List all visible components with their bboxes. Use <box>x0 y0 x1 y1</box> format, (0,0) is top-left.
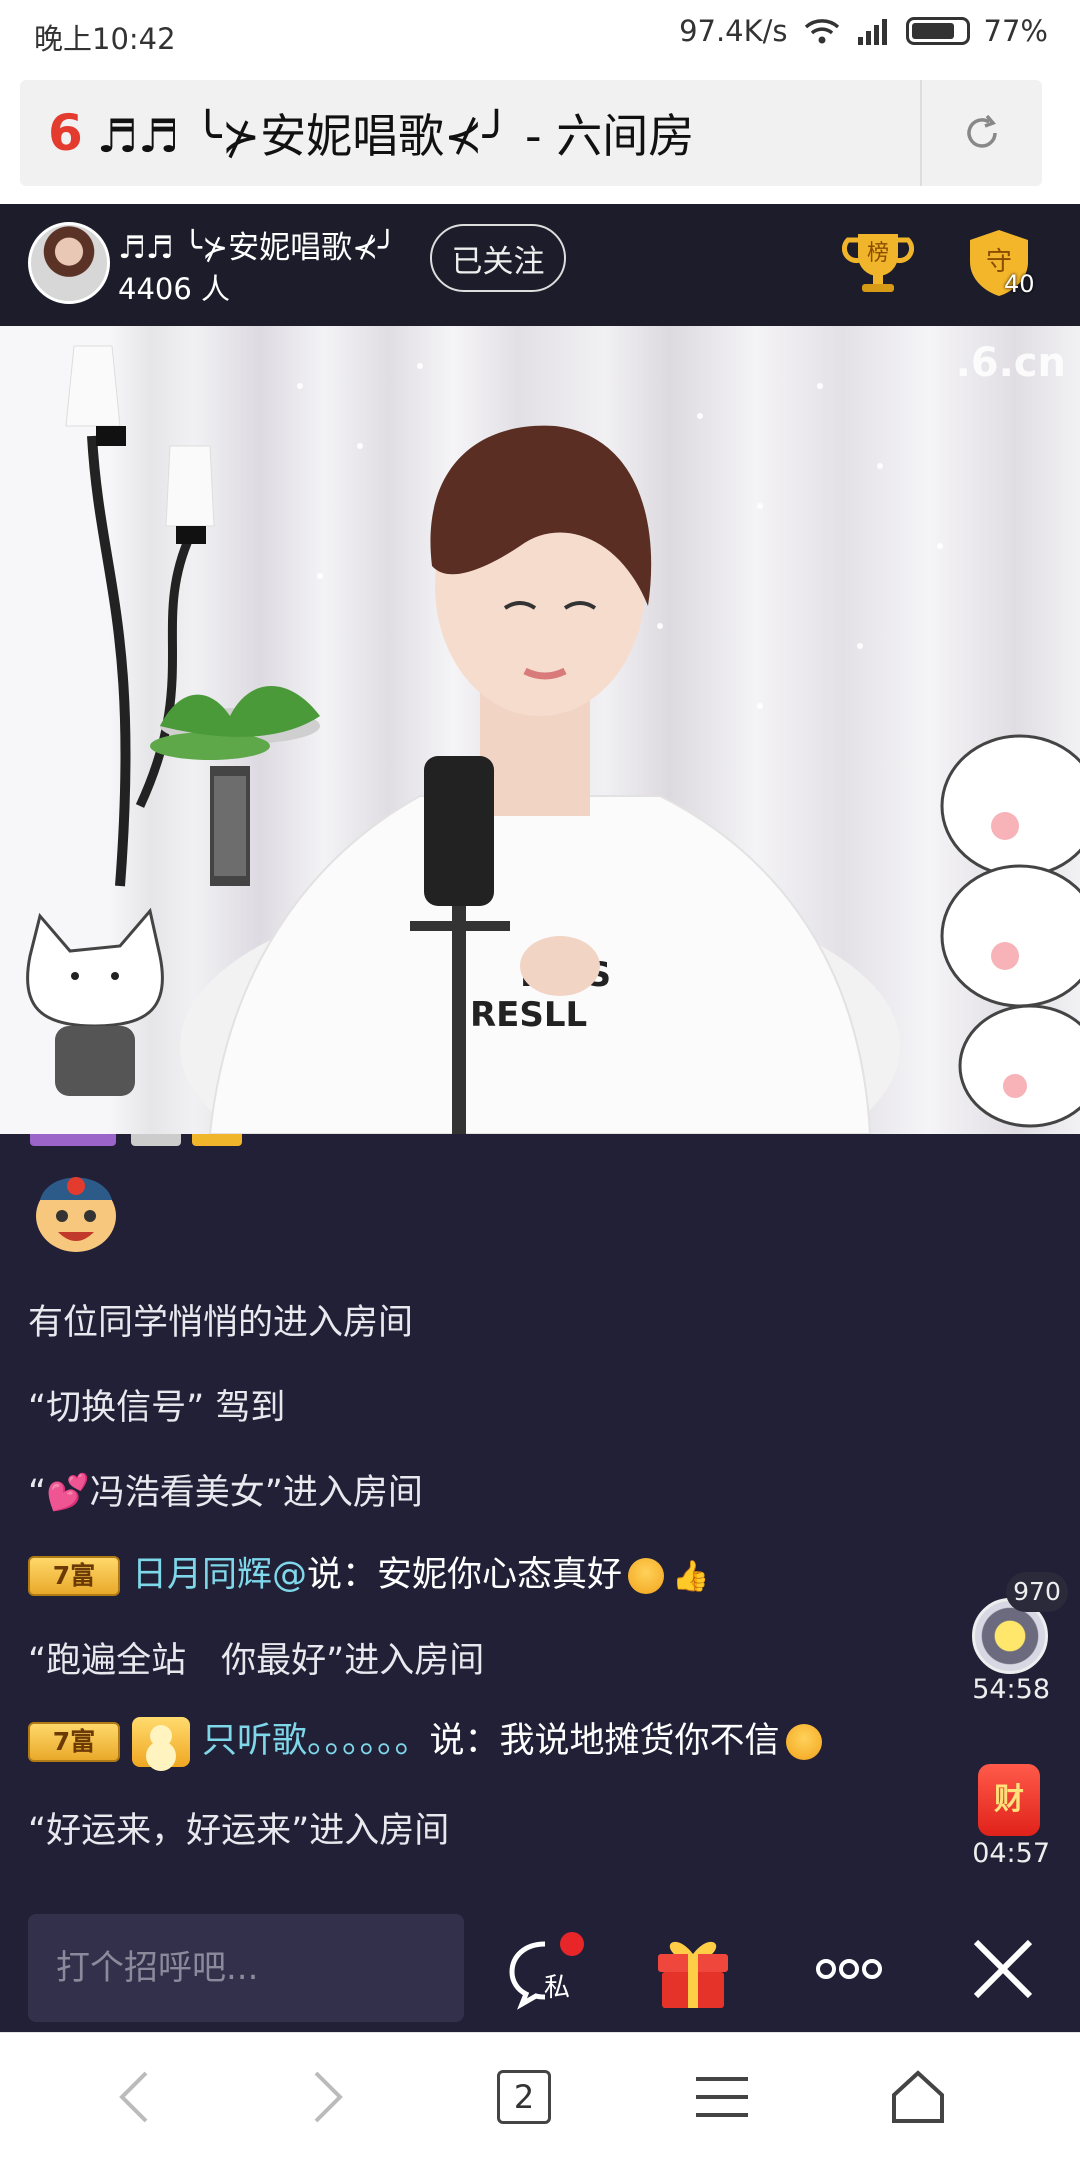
chat-message: “跑遍全站 你最好”进入房间 <box>28 1632 484 1683</box>
star-timer: 54:58 <box>972 1674 1050 1705</box>
mascot-sticker-icon <box>36 1177 116 1252</box>
address-bar-container: 6 ♬♬ ╰⊁安妮唱歌⊀╯ - 六间房 <box>0 68 1080 204</box>
six-room-logo-icon: 6 <box>48 104 83 162</box>
rank-badge-label: 榜 <box>867 241 889 266</box>
wealth-level-badge: 7富 <box>28 1556 120 1596</box>
video-watermark: .6.cn <box>955 340 1066 386</box>
chat-area[interactable]: 有位同学悄悄的进入房间 “切换信号” 驾到 “💕冯浩看美女”进入房间 7富 日月同… <box>0 1134 1080 1914</box>
battery-percent: 77% <box>983 14 1048 48</box>
private-chat-label: 私 <box>544 1973 570 2003</box>
home-icon <box>892 2070 944 2123</box>
guard-count: 40 <box>1004 270 1035 298</box>
battery-icon <box>905 17 970 45</box>
live-room-page: 晚上10:42 97.4K/s 77% 6 ♬♬ ╰⊁安妮唱歌⊀╯ - 六间房 <box>0 0 1080 2160</box>
viewer-count: 4406 人 <box>118 272 231 306</box>
signal-icon <box>857 19 887 45</box>
forward-button[interactable] <box>286 2055 370 2139</box>
chat-message: “💕冯浩看美女”进入房间 <box>28 1464 423 1515</box>
menu-button[interactable] <box>680 2055 764 2139</box>
menu-icon <box>696 2077 748 2117</box>
address-bar[interactable]: 6 ♬♬ ╰⊁安妮唱歌⊀╯ - 六间房 <box>20 80 1042 186</box>
wealth-level-badge: 7富 <box>28 1722 120 1762</box>
private-message-button[interactable]: 私 <box>500 1924 590 2014</box>
room-header: ♬♬ ╰⊁安妮唱歌⊀╯ 4406 人 已关注 榜 守 40 <box>0 204 1080 326</box>
back-chevron-icon <box>119 2071 148 2123</box>
tabs-button[interactable]: 2 <box>482 2055 566 2139</box>
page-title: ♬♬ ╰⊁安妮唱歌⊀╯ - 六间房 <box>96 109 695 163</box>
emoji-icon <box>628 1558 665 1594</box>
chat-message: 7富 日月同辉@说：安妮你心态真好 👍 <box>28 1546 709 1597</box>
red-packet-timer: 04:57 <box>972 1838 1050 1869</box>
red-packet-button[interactable]: 财 <box>978 1764 1040 1836</box>
rank-trophy-icon[interactable]: 榜 <box>842 226 914 298</box>
reload-button[interactable] <box>946 102 1018 164</box>
hearts-emoji-icon: 💕 <box>46 1473 90 1513</box>
gift-button[interactable] <box>648 1924 738 2014</box>
chat-message: 7富 只听歌。。。。。。说：我说地摊货你不信 <box>28 1712 822 1767</box>
chat-text: “切换信号” 驾到 <box>28 1388 286 1428</box>
close-icon <box>973 1939 1033 1999</box>
star-count-badge: 970 <box>1006 1572 1068 1612</box>
chat-text: 有位同学悄悄的进入房间 <box>28 1303 414 1343</box>
chat-text: 说：安妮你心态真好 <box>307 1555 623 1595</box>
emoji-icon <box>785 1724 822 1760</box>
chat-text: 说：我说地摊货你不信 <box>429 1721 780 1761</box>
follow-button[interactable]: 已关注 <box>430 224 566 292</box>
tab-count: 2 <box>513 2078 535 2116</box>
host-name: ♬♬ ╰⊁安妮唱歌⊀╯ <box>118 230 397 266</box>
chat-nickname[interactable]: 只听歌。。。。。。 <box>202 1721 430 1761</box>
status-bar: 晚上10:42 97.4K/s 77% <box>0 0 1080 68</box>
chat-input-bar: 打个招呼吧... 私 <box>0 1914 1080 2032</box>
chat-input[interactable]: 打个招呼吧... <box>28 1914 464 2022</box>
more-button[interactable] <box>804 1924 894 2014</box>
status-time: 晚上10:42 <box>34 22 176 56</box>
chat-cutoff-row <box>30 1134 590 1150</box>
chat-text: “跑遍全站 你最好”进入房间 <box>28 1641 485 1681</box>
user-badge-icon <box>132 1717 190 1767</box>
browser-nav-bar: 2 <box>0 2032 1080 2160</box>
chat-nickname[interactable]: 日月同辉@ <box>132 1555 307 1595</box>
cat-sticker-right <box>940 734 1080 1128</box>
chat-message: “切换信号” 驾到 <box>28 1379 285 1430</box>
private-chat-icon: 私 <box>509 1932 584 2010</box>
svg-text:RESLL: RESLL <box>470 995 587 1035</box>
host-avatar[interactable] <box>28 222 110 304</box>
forward-chevron-icon <box>314 2071 343 2123</box>
wifi-icon <box>804 19 839 44</box>
status-right: 97.4K/s 77% <box>679 14 1048 48</box>
tabs-count-icon: 2 <box>497 2070 551 2124</box>
back-button[interactable] <box>92 2055 176 2139</box>
reload-icon <box>967 114 997 148</box>
chat-text: “好运来，好运来”进入房间 <box>28 1811 450 1851</box>
more-dots-icon <box>816 1959 882 1979</box>
cat-sticker-left <box>26 907 164 1096</box>
network-speed: 97.4K/s <box>679 14 788 48</box>
chat-text: 冯浩看美女”进入房间 <box>89 1473 423 1513</box>
chat-quote: “ <box>28 1473 47 1513</box>
chat-message: “好运来，好运来”进入房间 <box>28 1802 449 1853</box>
live-video[interactable]: HA S RESLL .6.c <box>0 326 1080 1134</box>
address-divider <box>920 80 922 186</box>
gift-icon <box>658 1941 728 2008</box>
home-button[interactable] <box>876 2055 960 2139</box>
video-scene: HA S RESLL <box>26 345 1080 1134</box>
close-room-button[interactable] <box>958 1924 1048 2014</box>
thumbs-up-icon: 👍 <box>672 1558 710 1594</box>
chat-message: 有位同学悄悄的进入房间 <box>28 1294 413 1345</box>
